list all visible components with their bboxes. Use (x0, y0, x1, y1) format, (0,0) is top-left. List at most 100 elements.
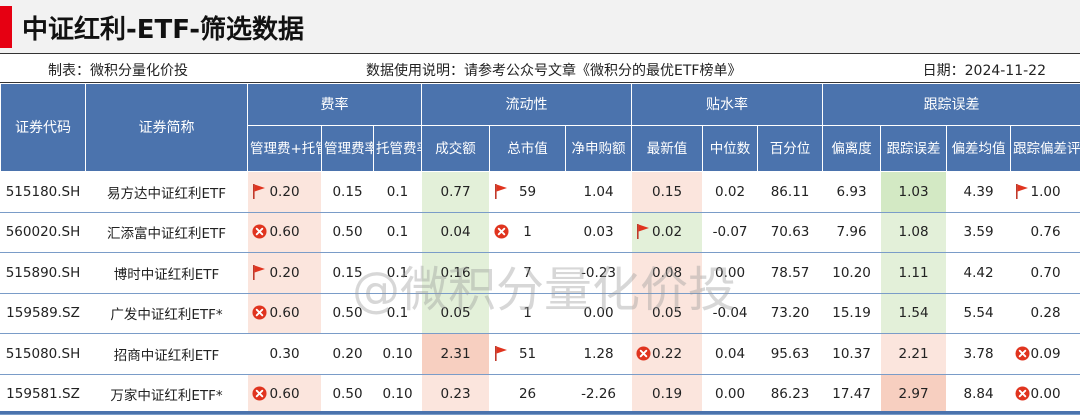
cell-value: 10.37 (832, 345, 871, 362)
table-cell: 1.00 (1010, 171, 1080, 213)
security-code: 159589.SZ (0, 292, 86, 334)
cell-value: 1 (523, 305, 532, 322)
cell-value: 0.50 (332, 305, 363, 322)
cell-value: 0.60 (269, 386, 300, 403)
cell-value: 6.93 (836, 183, 867, 200)
security-name: 博时中证红利ETF (85, 252, 248, 294)
page-title: 中证红利-ETF-筛选数据 (22, 15, 305, 45)
cell-value: -0.04 (712, 305, 748, 322)
table-row[interactable]: 515080.SH 招商中证红利ETF 0.30 0.20 0.10 2.31 51 1.28… (0, 333, 1080, 375)
cell-value: 2.97 (898, 386, 929, 403)
table-cell: 73.20 (757, 292, 824, 334)
table-cell: -0.04 (702, 292, 759, 334)
cell-value: 0.1 (386, 183, 409, 200)
cell-value: 73.20 (770, 305, 810, 322)
flag-icon (637, 224, 650, 240)
table-row[interactable]: 560020.SH 汇添富中证红利ETF 0.60 0.50 0.1 0.04 1 0.03 0… (0, 211, 1080, 253)
table-cell: 2.31 (421, 333, 491, 375)
cell-value: 10.20 (832, 264, 871, 281)
table-cell: 0.00 (565, 292, 633, 334)
table-cell: 70.63 (757, 211, 824, 253)
cell-value: 0.15 (332, 183, 363, 200)
col-header-code[interactable]: 证券代码 (0, 83, 86, 172)
cell-value: 0.05 (440, 305, 471, 322)
table-cell: 95.63 (757, 333, 824, 375)
table-cell: 2.21 (880, 333, 948, 375)
table-cell: 3.78 (946, 333, 1012, 375)
security-name: 万家中证红利ETF* (85, 373, 248, 415)
cell-value: 2.21 (898, 345, 929, 362)
cell-value: 0.00 (715, 264, 746, 281)
table-cell: 0.76 (1010, 211, 1080, 253)
col-header-net-subscription[interactable]: 净申购额 (565, 125, 633, 172)
table-cell: 0.60 (247, 292, 322, 334)
meta-bar: 制表：微积分量化价投 数据使用说明：请参考公众号文章《微积分的最优ETF榜单》 … (0, 53, 1080, 83)
table-cell: 0.1 (372, 171, 423, 213)
security-code: 159581.SZ (0, 373, 86, 415)
cell-value: 0.50 (332, 224, 363, 241)
table-cell: 4.42 (946, 252, 1012, 294)
table-cell: 0.03 (565, 211, 633, 253)
table-row[interactable]: 159581.SZ 万家中证红利ETF* 0.60 0.50 0.10 0.23 26 -2.… (0, 373, 1080, 415)
table-cell: 0.02 (702, 171, 759, 213)
col-header-total-fee[interactable]: 管理费+托管费 (247, 125, 322, 172)
cell-value: 17.47 (832, 386, 871, 403)
cell-value: 0.50 (332, 386, 363, 403)
table-row[interactable]: 159589.SZ 广发中证红利ETF* 0.60 0.50 0.1 0.05 1 0.00 0… (0, 292, 1080, 334)
etf-table: 证券代码 证券简称 费率 流动性 贴水率 跟踪误差 管理费+托管费 管理费率 托… (0, 83, 1080, 415)
col-header-percentile[interactable]: 百分位 (757, 125, 824, 172)
table-cell: -0.07 (702, 211, 759, 253)
col-header-latest[interactable]: 最新值 (631, 125, 704, 172)
cell-value: 0.10 (382, 345, 413, 362)
cross-icon (1015, 386, 1030, 401)
col-header-deviation-mean[interactable]: 偏差均值 (946, 125, 1012, 172)
cell-value: 4.42 (963, 264, 994, 281)
col-header-name[interactable]: 证券简称 (85, 83, 248, 172)
cell-value: 0.23 (440, 386, 471, 403)
cell-value: 59 (518, 183, 537, 200)
security-name: 易方达中证红利ETF (85, 171, 248, 213)
col-header-market-cap[interactable]: 总市值 (489, 125, 567, 172)
cell-value: 5.54 (963, 305, 994, 322)
col-header-deviation[interactable]: 偏离度 (822, 125, 882, 172)
table-cell: 0.08 (631, 252, 704, 294)
table-row[interactable]: 515180.SH 易方达中证红利ETF 0.20 0.15 0.1 0.77 59 1.04… (0, 171, 1080, 213)
security-name: 广发中证红利ETF* (85, 292, 248, 334)
col-header-tracking-score[interactable]: 跟踪偏差评分 (1010, 125, 1080, 172)
cell-value: 86.11 (770, 183, 810, 200)
table-cell: 0.05 (631, 292, 704, 334)
table-cell: 86.11 (757, 171, 824, 213)
date-label: 日期：2024-11-22 (922, 63, 1046, 79)
cell-value: 8.84 (963, 386, 994, 403)
table-cell: 0.1 (372, 292, 423, 334)
flag-icon (495, 183, 508, 199)
cell-value: 1.08 (898, 224, 929, 241)
col-header-tracking-error[interactable]: 跟踪误差 (880, 125, 948, 172)
flag-icon (253, 183, 265, 199)
cell-value: 0.30 (269, 345, 300, 362)
col-header-custody-fee[interactable]: 托管费率 (372, 125, 423, 172)
table-cell: 2.97 (880, 373, 948, 415)
table-cell: -2.26 (565, 373, 633, 415)
col-header-turnover[interactable]: 成交额 (421, 125, 491, 172)
table-cell: 15.19 (822, 292, 882, 334)
cell-value: 0.19 (652, 386, 683, 403)
cell-value: 0.60 (269, 305, 300, 322)
cell-value: 0.02 (652, 224, 683, 241)
cell-value: 0.20 (269, 264, 300, 281)
table-cell: 5.54 (946, 292, 1012, 334)
cross-icon (636, 346, 651, 361)
table-row[interactable]: 515890.SH 博时中证红利ETF 0.20 0.15 0.1 0.16 7 -0.23 0… (0, 252, 1080, 294)
table-cell: 1 (489, 292, 567, 334)
table-cell: 1 (489, 211, 567, 253)
cell-value: 3.78 (963, 345, 994, 362)
table-cell: 0.00 (1010, 373, 1080, 415)
table-cell: 0.00 (702, 252, 759, 294)
cell-value: 0.15 (332, 264, 363, 281)
col-header-mgmt-fee[interactable]: 管理费率 (321, 125, 374, 172)
col-header-median[interactable]: 中位数 (702, 125, 759, 172)
table-cell: 0.09 (1010, 333, 1080, 375)
cell-value: -0.07 (712, 224, 748, 241)
cell-value: 0.05 (652, 305, 683, 322)
cross-icon (252, 386, 267, 401)
